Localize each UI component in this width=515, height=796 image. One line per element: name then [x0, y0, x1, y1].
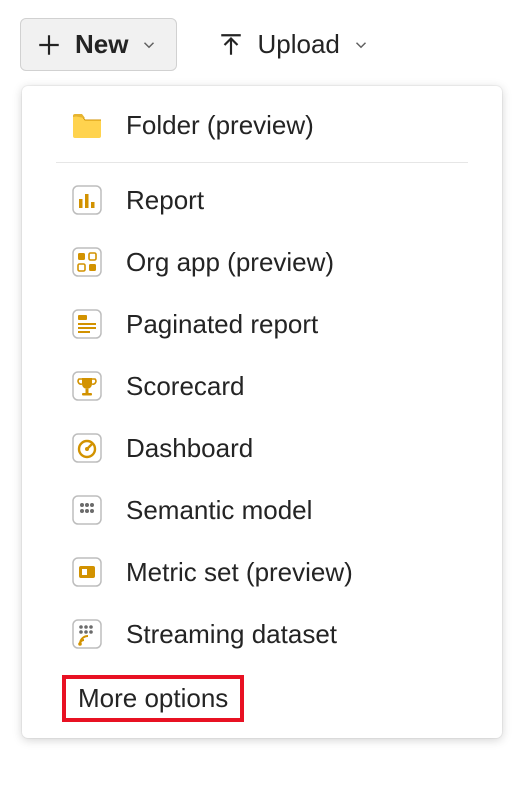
- new-menu: Folder (preview) Report Org app (preview…: [22, 86, 502, 738]
- scorecard-icon: [70, 369, 104, 403]
- menu-item-label: Report: [126, 185, 204, 216]
- new-button-label: New: [75, 29, 128, 60]
- upload-button-label: Upload: [257, 29, 339, 60]
- menu-item-label: Scorecard: [126, 371, 245, 402]
- menu-item-paginated-report[interactable]: Paginated report: [22, 293, 502, 355]
- menu-item-scorecard[interactable]: Scorecard: [22, 355, 502, 417]
- dashboard-icon: [70, 431, 104, 465]
- menu-item-report[interactable]: Report: [22, 169, 502, 231]
- menu-item-label: Folder (preview): [126, 110, 314, 141]
- org-app-icon: [70, 245, 104, 279]
- menu-divider: [56, 162, 468, 163]
- menu-item-label: Semantic model: [126, 495, 312, 526]
- upload-button[interactable]: Upload: [203, 19, 387, 70]
- menu-item-label: Dashboard: [126, 433, 253, 464]
- menu-item-org-app[interactable]: Org app (preview): [22, 231, 502, 293]
- streaming-dataset-icon: [70, 617, 104, 651]
- menu-item-folder[interactable]: Folder (preview): [22, 94, 502, 156]
- semantic-model-icon: [70, 493, 104, 527]
- paginated-report-icon: [70, 307, 104, 341]
- menu-item-metric-set[interactable]: Metric set (preview): [22, 541, 502, 603]
- menu-item-streaming-dataset[interactable]: Streaming dataset: [22, 603, 502, 665]
- menu-item-label: Metric set (preview): [126, 557, 353, 588]
- more-options-link[interactable]: More options: [62, 675, 244, 722]
- menu-item-label: Streaming dataset: [126, 619, 337, 650]
- upload-icon: [217, 31, 245, 59]
- folder-icon: [70, 108, 104, 142]
- menu-item-semantic-model[interactable]: Semantic model: [22, 479, 502, 541]
- menu-item-dashboard[interactable]: Dashboard: [22, 417, 502, 479]
- plus-icon: [35, 31, 63, 59]
- chevron-down-icon: [140, 36, 158, 54]
- toolbar: New Upload: [0, 0, 515, 71]
- new-button[interactable]: New: [20, 18, 177, 71]
- menu-item-label: Paginated report: [126, 309, 318, 340]
- menu-item-label: Org app (preview): [126, 247, 334, 278]
- report-icon: [70, 183, 104, 217]
- chevron-down-icon: [352, 36, 370, 54]
- metric-set-icon: [70, 555, 104, 589]
